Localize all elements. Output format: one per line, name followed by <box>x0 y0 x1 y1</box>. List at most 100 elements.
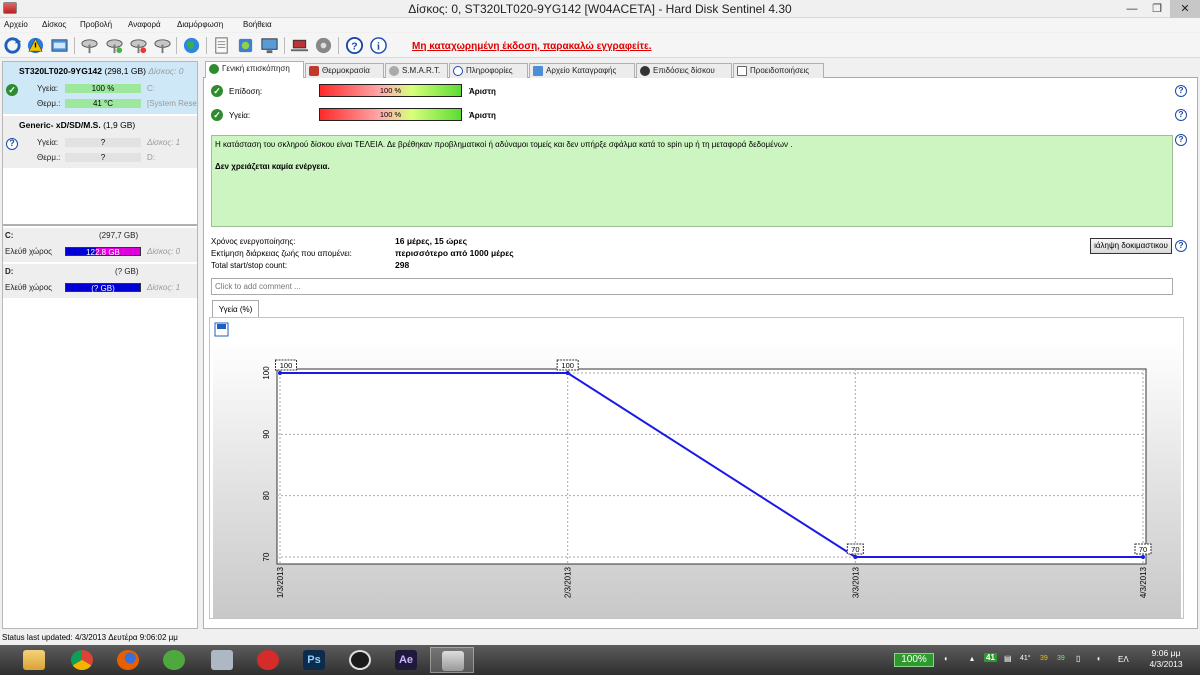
x-tick-label: 4/3/2013 <box>1139 566 1148 598</box>
help-icon[interactable]: ? <box>1175 240 1187 252</box>
menu-report[interactable]: Αναφορά <box>128 20 161 29</box>
data-point <box>565 371 570 375</box>
info-icon[interactable]: i <box>369 36 388 55</box>
menu-view[interactable]: Προβολή <box>80 20 112 29</box>
battery-indicator[interactable]: 100% <box>894 653 934 667</box>
disk-tool-4-icon[interactable] <box>153 36 172 55</box>
disk-tool-3-icon[interactable] <box>129 36 148 55</box>
tray-temperature-4[interactable]: 39 <box>1057 655 1065 662</box>
volume-size: (297,7 GB) <box>99 231 139 240</box>
unregistered-link[interactable]: Μη καταχωρημένη έκδοση, παρακαλώ εγγραφε… <box>412 41 652 52</box>
disk-tool-2-icon[interactable] <box>105 36 124 55</box>
health-value: ? <box>65 138 141 147</box>
settings-disk-icon[interactable] <box>314 36 333 55</box>
log-icon <box>533 66 543 76</box>
y-tick-label: 80 <box>262 491 271 500</box>
tab-information[interactable]: Πληροφορίες <box>449 63 528 78</box>
firefox-icon[interactable] <box>106 647 150 673</box>
help-icon[interactable]: ? <box>345 36 364 55</box>
comment-input[interactable]: Click to add comment ... <box>211 278 1173 295</box>
download-icon[interactable] <box>246 647 290 673</box>
alert-icon[interactable] <box>26 36 45 55</box>
clock-time: 9:06 μμ <box>1151 648 1181 658</box>
disk-tool-1-icon[interactable] <box>80 36 99 55</box>
hard-disk-sentinel-icon[interactable] <box>430 647 474 673</box>
menu-configuration[interactable]: Διαμόρφωση <box>177 20 223 29</box>
check-icon: ✓ <box>211 109 223 121</box>
refresh-icon[interactable] <box>3 36 22 55</box>
volume-size: (? GB) <box>115 267 139 276</box>
health-label: Υγεία: <box>37 138 59 147</box>
volume-letter: D: <box>147 153 155 162</box>
volume-icon[interactable]: ◖ <box>1096 654 1101 663</box>
save-icon[interactable] <box>214 322 229 337</box>
volume-item-c[interactable]: C: (297,7 GB) Ελεύθ χώρος 122.8 GB Δίσκο… <box>3 228 197 262</box>
disk-name: Generic- xD/SD/M.S. <box>19 120 101 130</box>
disk-item-0[interactable]: ST320LT020-9YG142 (298,1 GB) Δίσκος: 0 ✓… <box>3 62 197 114</box>
disk-number: Δίσκος: 1 <box>147 138 181 147</box>
disk-number: Δίσκος: 0 <box>147 247 181 256</box>
temperature-value: ? <box>65 153 141 162</box>
monitor-icon[interactable] <box>260 36 279 55</box>
clock-date: 4/3/2013 <box>1149 659 1183 669</box>
y-tick-label: 70 <box>262 552 271 561</box>
disk-list-panel: ST320LT020-9YG142 (298,1 GB) Δίσκος: 0 ✓… <box>2 61 198 629</box>
network-icon[interactable]: ◐ <box>944 654 949 663</box>
tray-window-icon[interactable]: ▯ <box>1076 654 1080 663</box>
health-gauge: 100 % <box>319 108 462 121</box>
disk-number: Δίσκος: 1 <box>147 283 181 292</box>
help-icon[interactable]: ? <box>1175 85 1187 97</box>
tab-overview[interactable]: Γενική επισκόπηση <box>205 61 304 79</box>
minimize-button[interactable]: — <box>1120 0 1144 18</box>
help-icon[interactable]: ? <box>1175 109 1187 121</box>
tray-temperature-1[interactable]: 41 <box>984 653 997 662</box>
volume-item-d[interactable]: D: (? GB) Ελεύθ χώρος (? GB) Δίσκος: 1 <box>3 264 197 298</box>
alerts-icon <box>737 66 747 76</box>
tab-bar: Γενική επισκόπηση Θερμοκρασία S.M.A.R.T.… <box>203 61 1198 79</box>
chevron-up-icon[interactable]: ▴ <box>970 654 974 663</box>
maximize-button[interactable]: ❐ <box>1144 0 1170 18</box>
utorrent-icon[interactable] <box>152 647 196 673</box>
photoshop-icon[interactable]: Ps <box>292 647 336 673</box>
language-indicator[interactable]: ΕΛ <box>1118 655 1129 664</box>
document-icon[interactable] <box>212 36 231 55</box>
health-chart-panel: 70 80 90 100 1/3/2013 2/3/2013 3/3/2013 4/3/201… <box>209 317 1184 619</box>
puzzle-icon[interactable] <box>236 36 255 55</box>
tab-smart[interactable]: S.M.A.R.T. <box>385 63 448 78</box>
tab-log[interactable]: Αρχείο Καταγραφής <box>529 63 635 78</box>
file-explorer-icon[interactable] <box>12 647 56 673</box>
menu-file[interactable]: Αρχείο <box>4 20 28 29</box>
data-label: 70 <box>1139 545 1147 554</box>
calculator-icon[interactable] <box>200 647 244 673</box>
main-area: Γενική επισκόπηση Θερμοκρασία S.M.A.R.T.… <box>203 61 1198 629</box>
chrome-icon[interactable] <box>60 647 104 673</box>
close-button[interactable]: ✕ <box>1170 0 1200 18</box>
steam-icon[interactable] <box>338 647 382 673</box>
tray-temperature-2[interactable]: 41° <box>1020 655 1031 662</box>
tab-alerts[interactable]: Προειδοποιήσεις <box>733 63 824 78</box>
tray-temperature-3[interactable]: 39 <box>1040 655 1048 662</box>
free-space-value: 122.8 GB <box>86 248 120 257</box>
status-text: Η κατάσταση του σκληρού δίσκου είναι ΤΕΛ… <box>215 140 793 149</box>
help-icon[interactable]: ? <box>1175 134 1187 146</box>
globe-icon[interactable] <box>182 36 201 55</box>
laptop-icon[interactable] <box>290 36 309 55</box>
tab-performance[interactable]: Επιδόσεις δίσκου <box>636 63 732 78</box>
tab-temperature[interactable]: Θερμοκρασία <box>305 63 384 78</box>
health-label: Υγεία: <box>37 84 59 93</box>
report-icon[interactable] <box>50 36 69 55</box>
menu-help[interactable]: Βοήθεια <box>243 20 272 29</box>
clock[interactable]: 9:06 μμ 4/3/2013 <box>1136 648 1196 670</box>
info-icon <box>453 66 463 76</box>
tray-icon[interactable]: ▤ <box>1004 654 1012 663</box>
unknown-status-icon: ? <box>6 138 18 150</box>
tab-health-chart[interactable]: Υγεία (%) <box>212 300 259 318</box>
disk-item-1[interactable]: Generic- xD/SD/M.S. (1,9 GB) ? Υγεία: ? … <box>3 116 197 168</box>
after-effects-icon[interactable]: Ae <box>384 647 428 673</box>
test-button[interactable]: ιάληψη δοκιμαστικου <box>1090 238 1172 254</box>
menu-disk[interactable]: Δίσκος <box>42 20 66 29</box>
data-point <box>853 555 858 559</box>
lifetime-label: Εκτίμηση διάρκειας ζωής που απομένει: <box>211 249 352 258</box>
x-tick-label: 2/3/2013 <box>564 566 573 598</box>
toolbar: ? i Μη καταχωρημένη έκδοση, παρακαλώ εγγ… <box>0 33 1200 58</box>
